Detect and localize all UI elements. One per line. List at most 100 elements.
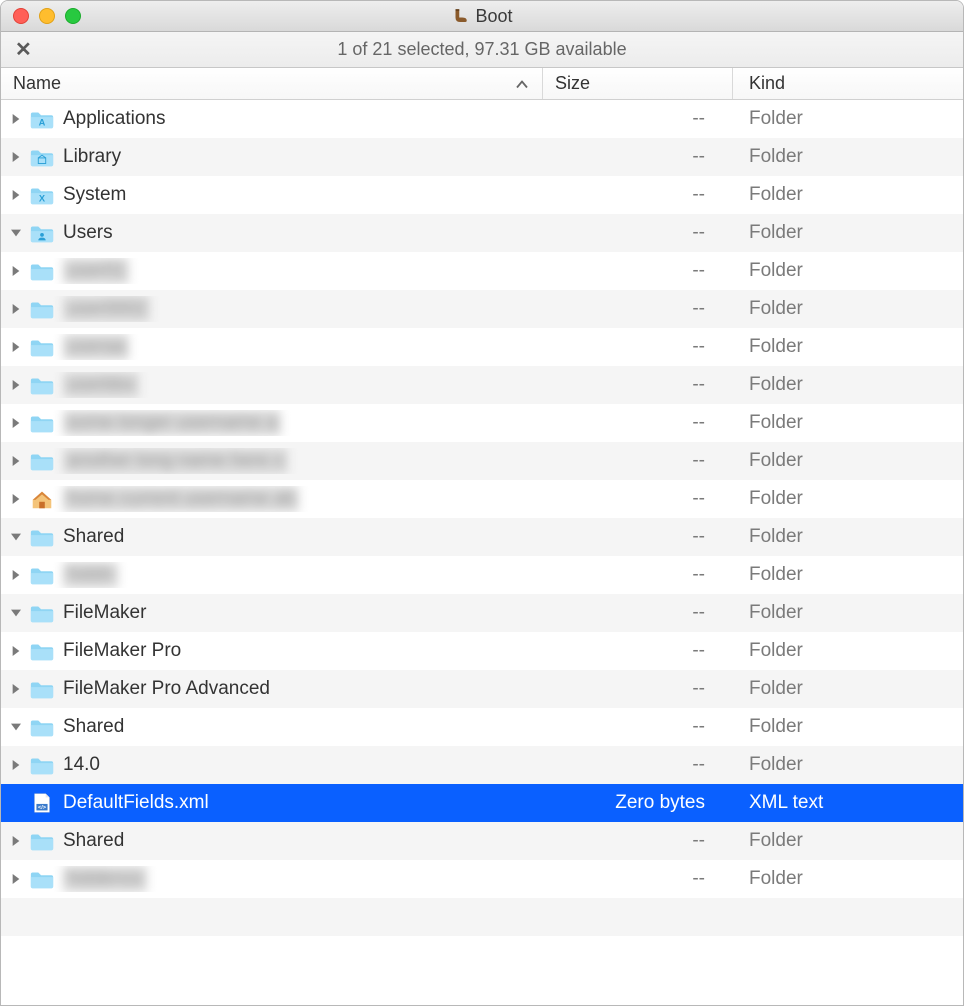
column-header-size[interactable]: Size — [543, 68, 733, 99]
disclosure-triangle-icon[interactable] — [9, 872, 23, 886]
file-row[interactable]: useraa--Folder — [1, 328, 963, 366]
disclosure-triangle-icon[interactable] — [9, 606, 23, 620]
disclosure-triangle-icon[interactable] — [9, 644, 23, 658]
file-size-label: -- — [543, 526, 733, 548]
file-list[interactable]: Applications--FolderLibrary--FolderSyste… — [1, 100, 963, 1005]
file-kind-label: Folder — [733, 868, 963, 890]
folder-icon — [29, 296, 55, 322]
folder-lib-icon — [29, 144, 55, 170]
file-row-name-cell: hiddn — [1, 562, 543, 588]
file-name-label: userbbx — [63, 372, 139, 398]
disclosure-triangle-icon[interactable] — [9, 378, 23, 392]
file-name-label: DefaultFields.xml — [63, 792, 209, 814]
disclosure-triangle-icon[interactable] — [9, 188, 23, 202]
disclosure-triangle-icon[interactable] — [9, 416, 23, 430]
disclosure-triangle-icon[interactable] — [9, 340, 23, 354]
file-name-label: Shared — [63, 830, 124, 852]
file-row[interactable]: FileMaker--Folder — [1, 594, 963, 632]
empty-row — [1, 936, 963, 974]
file-kind-label: Folder — [733, 716, 963, 738]
file-row-name-cell: user01 — [1, 258, 543, 284]
disclosure-triangle-icon[interactable] — [9, 150, 23, 164]
file-kind-label: Folder — [733, 108, 963, 130]
file-size-label: -- — [543, 678, 733, 700]
boot-icon — [451, 7, 469, 25]
column-header-kind[interactable]: Kind — [733, 68, 963, 99]
file-row[interactable]: another long name here x--Folder — [1, 442, 963, 480]
close-window-button[interactable] — [13, 8, 29, 24]
file-row[interactable]: Applications--Folder — [1, 100, 963, 138]
file-row[interactable]: hiddn--Folder — [1, 556, 963, 594]
file-name-label: Shared — [63, 526, 124, 548]
file-size-label: -- — [543, 260, 733, 282]
file-row-name-cell: Applications — [1, 106, 543, 132]
file-row[interactable]: DefaultFields.xml Zero bytesXML text — [1, 784, 963, 822]
folder-icon — [29, 372, 55, 398]
file-row[interactable]: FileMaker Pro--Folder — [1, 632, 963, 670]
disclosure-triangle-icon[interactable] — [9, 720, 23, 734]
file-size-label: -- — [543, 412, 733, 434]
folder-icon — [29, 334, 55, 360]
toolbar-clear-icon[interactable]: ✕ — [15, 37, 32, 62]
file-row-name-cell: Shared — [1, 524, 543, 550]
file-size-label: -- — [543, 108, 733, 130]
file-kind-label: Folder — [733, 184, 963, 206]
file-row[interactable]: userbbx--Folder — [1, 366, 963, 404]
column-header-name[interactable]: Name — [1, 68, 543, 99]
titlebar[interactable]: Boot — [1, 1, 963, 32]
file-row-name-cell: hiddenxx — [1, 866, 543, 892]
file-name-label: some longer username a — [63, 410, 281, 436]
traffic-lights — [13, 8, 81, 24]
disclosure-triangle-icon[interactable] — [9, 834, 23, 848]
file-row[interactable]: Library--Folder — [1, 138, 963, 176]
file-size-label: Zero bytes — [543, 792, 733, 814]
file-row[interactable]: Shared--Folder — [1, 822, 963, 860]
file-row[interactable]: Shared--Folder — [1, 518, 963, 556]
disclosure-triangle-icon[interactable] — [9, 530, 23, 544]
disclosure-triangle-icon[interactable] — [9, 264, 23, 278]
file-row-name-cell: FileMaker Pro — [1, 638, 543, 664]
disclosure-triangle-icon[interactable] — [9, 492, 23, 506]
window-title-text: Boot — [475, 6, 512, 27]
file-row[interactable]: 14.0--Folder — [1, 746, 963, 784]
column-header-size-label: Size — [555, 73, 590, 94]
file-row[interactable]: user0002--Folder — [1, 290, 963, 328]
file-row-name-cell: home current username ab — [1, 486, 543, 512]
file-row[interactable]: hiddenxx--Folder — [1, 860, 963, 898]
file-name-label: FileMaker — [63, 602, 146, 624]
file-row[interactable]: Shared--Folder — [1, 708, 963, 746]
disclosure-triangle-icon[interactable] — [9, 758, 23, 772]
file-row[interactable]: Users--Folder — [1, 214, 963, 252]
folder-icon — [29, 714, 55, 740]
file-row[interactable]: user01--Folder — [1, 252, 963, 290]
file-name-label: Shared — [63, 716, 124, 738]
sort-indicator-icon — [516, 76, 528, 91]
file-name-label: home current username ab — [63, 486, 299, 512]
disclosure-triangle-icon[interactable] — [9, 682, 23, 696]
disclosure-triangle-icon[interactable] — [9, 226, 23, 240]
file-row[interactable]: some longer username a--Folder — [1, 404, 963, 442]
toolbar: ✕ 1 of 21 selected, 97.31 GB available — [1, 32, 963, 68]
file-name-label: user0002 — [63, 296, 150, 322]
file-row[interactable]: System--Folder — [1, 176, 963, 214]
file-name-label: 14.0 — [63, 754, 100, 776]
disclosure-triangle-icon[interactable] — [9, 302, 23, 316]
file-kind-label: Folder — [733, 222, 963, 244]
folder-icon — [29, 676, 55, 702]
folder-icon — [29, 600, 55, 626]
folder-usr-icon — [29, 220, 55, 246]
file-row[interactable]: FileMaker Pro Advanced--Folder — [1, 670, 963, 708]
file-kind-label: XML text — [733, 792, 963, 814]
xml-icon — [29, 790, 55, 816]
disclosure-triangle-icon[interactable] — [9, 454, 23, 468]
minimize-window-button[interactable] — [39, 8, 55, 24]
disclosure-triangle-icon[interactable] — [9, 568, 23, 582]
file-row[interactable]: home current username ab--Folder — [1, 480, 963, 518]
zoom-window-button[interactable] — [65, 8, 81, 24]
status-text: 1 of 21 selected, 97.31 GB available — [1, 39, 963, 60]
file-name-label: System — [63, 184, 126, 206]
file-name-label: hiddenxx — [63, 866, 147, 892]
disclosure-triangle-icon[interactable] — [9, 112, 23, 126]
file-size-label: -- — [543, 146, 733, 168]
file-size-label: -- — [543, 450, 733, 472]
